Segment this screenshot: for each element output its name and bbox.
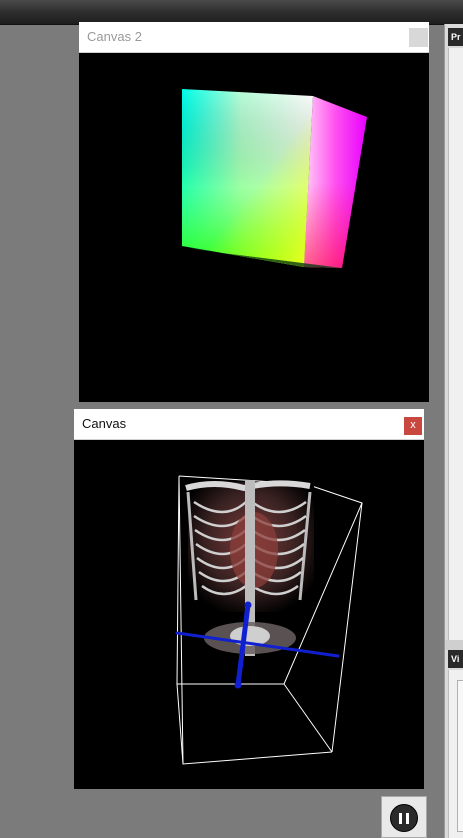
canvas-viewport[interactable] — [74, 440, 424, 789]
canvas2-title: Canvas 2 — [87, 29, 142, 44]
pause-icon — [390, 804, 418, 832]
panel-view-body — [448, 670, 463, 838]
canvas-title: Canvas — [82, 416, 127, 431]
close-button[interactable]: x — [404, 417, 422, 435]
canvas2-window[interactable]: Canvas 2 — [79, 22, 429, 402]
right-side-panel: Pr Vi — [444, 24, 463, 838]
panel-header-view[interactable]: Vi — [448, 650, 463, 668]
ct-chest-volume — [185, 480, 314, 656]
panel-properties-body — [448, 48, 463, 640]
panel-view-group — [457, 680, 463, 832]
canvas-titlebar[interactable]: Canvas x — [74, 409, 424, 440]
square-icon[interactable] — [409, 28, 428, 47]
volume-render — [175, 475, 363, 765]
canvas2-titlebar[interactable]: Canvas 2 — [79, 22, 429, 53]
canvas-window[interactable]: Canvas x — [74, 409, 424, 789]
panel-header-properties[interactable]: Pr — [448, 28, 463, 46]
panel-divider[interactable] — [445, 640, 463, 650]
pause-button[interactable] — [381, 796, 427, 838]
canvas2-viewport[interactable] — [79, 53, 429, 402]
color-cube-render — [182, 89, 367, 268]
